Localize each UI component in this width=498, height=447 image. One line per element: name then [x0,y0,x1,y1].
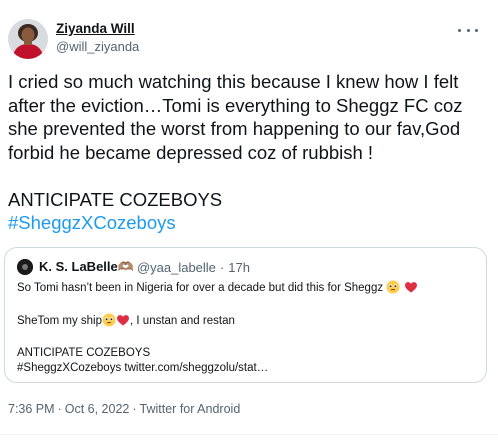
quoted-name-text: K. S. LaBelle [39,259,118,274]
author-avatar[interactable] [8,19,48,59]
tweet-card: Ziyanda Will @will_ziyanda I cried so mu… [0,0,498,447]
divider [0,434,498,435]
tweet-date[interactable]: Oct 6, 2022 [65,402,130,416]
quoted-avatar [17,259,33,275]
footer-separator: · [57,402,62,416]
quoted-line-text: , I unstan and restan [130,315,235,327]
quoted-tweet[interactable]: K. S. LaBelle🫶🏽 @yaa_labelle · 17h So To… [4,247,487,383]
quoted-display-name[interactable]: K. S. LaBelle🫶🏽 [39,259,134,275]
author-handle[interactable]: @will_ziyanda [56,38,139,56]
tweet-client[interactable]: Twitter for Android [140,402,241,416]
author-display-name[interactable]: Ziyanda Will [56,20,139,38]
quoted-separator: · [219,259,225,275]
quoted-line: SheTom my ship , I unstan and restan [17,313,418,332]
dot [458,28,461,32]
quoted-text: So Tomi hasn’t been in Nigeria for over … [17,280,418,375]
heart-hands-emoji: 🫶🏽 [117,259,134,274]
quoted-line-text: SheTom my ship [17,315,103,327]
red-heart-emoji [116,313,130,332]
footer-separator: · [132,402,137,416]
red-heart-emoji [404,280,418,299]
dot [466,28,470,32]
tweet-text: I cried so much watching this because I … [8,70,490,235]
avatar-photo-icon [8,19,48,59]
hashtag-link[interactable]: #SheggzXCozeboys [8,212,176,233]
quoted-age: 17h [228,259,250,275]
tweet-time[interactable]: 7:36 PM [8,402,55,416]
tweet-header: Ziyanda Will @will_ziyanda [8,15,490,63]
more-options-icon[interactable] [458,23,478,37]
quoted-avatar-icon [17,259,33,275]
tweet-main-text: I cried so much watching this because I … [8,71,463,163]
dot [475,28,478,32]
author-names: Ziyanda Will @will_ziyanda [56,20,139,56]
quoted-line: ANTICIPATE COZEBOYS [17,347,151,359]
tweet-footer: 7:36 PM · Oct 6, 2022 · Twitter for Android [8,401,240,417]
quoted-header: K. S. LaBelle🫶🏽 @yaa_labelle · 17h [17,258,250,276]
quoted-handle: @yaa_labelle [136,259,216,275]
pleading-face-emoji [386,280,400,299]
quoted-line: So Tomi hasn’t been in Nigeria for over … [17,280,418,299]
quoted-line-text: So Tomi hasn’t been in Nigeria for over … [17,282,384,294]
tweet-line-anticipate: ANTICIPATE COZEBOYS [8,188,223,210]
quoted-line-link: #SheggzXCozeboys twitter.com/sheggzolu/s… [17,361,269,374]
pleading-face-emoji [102,313,116,332]
